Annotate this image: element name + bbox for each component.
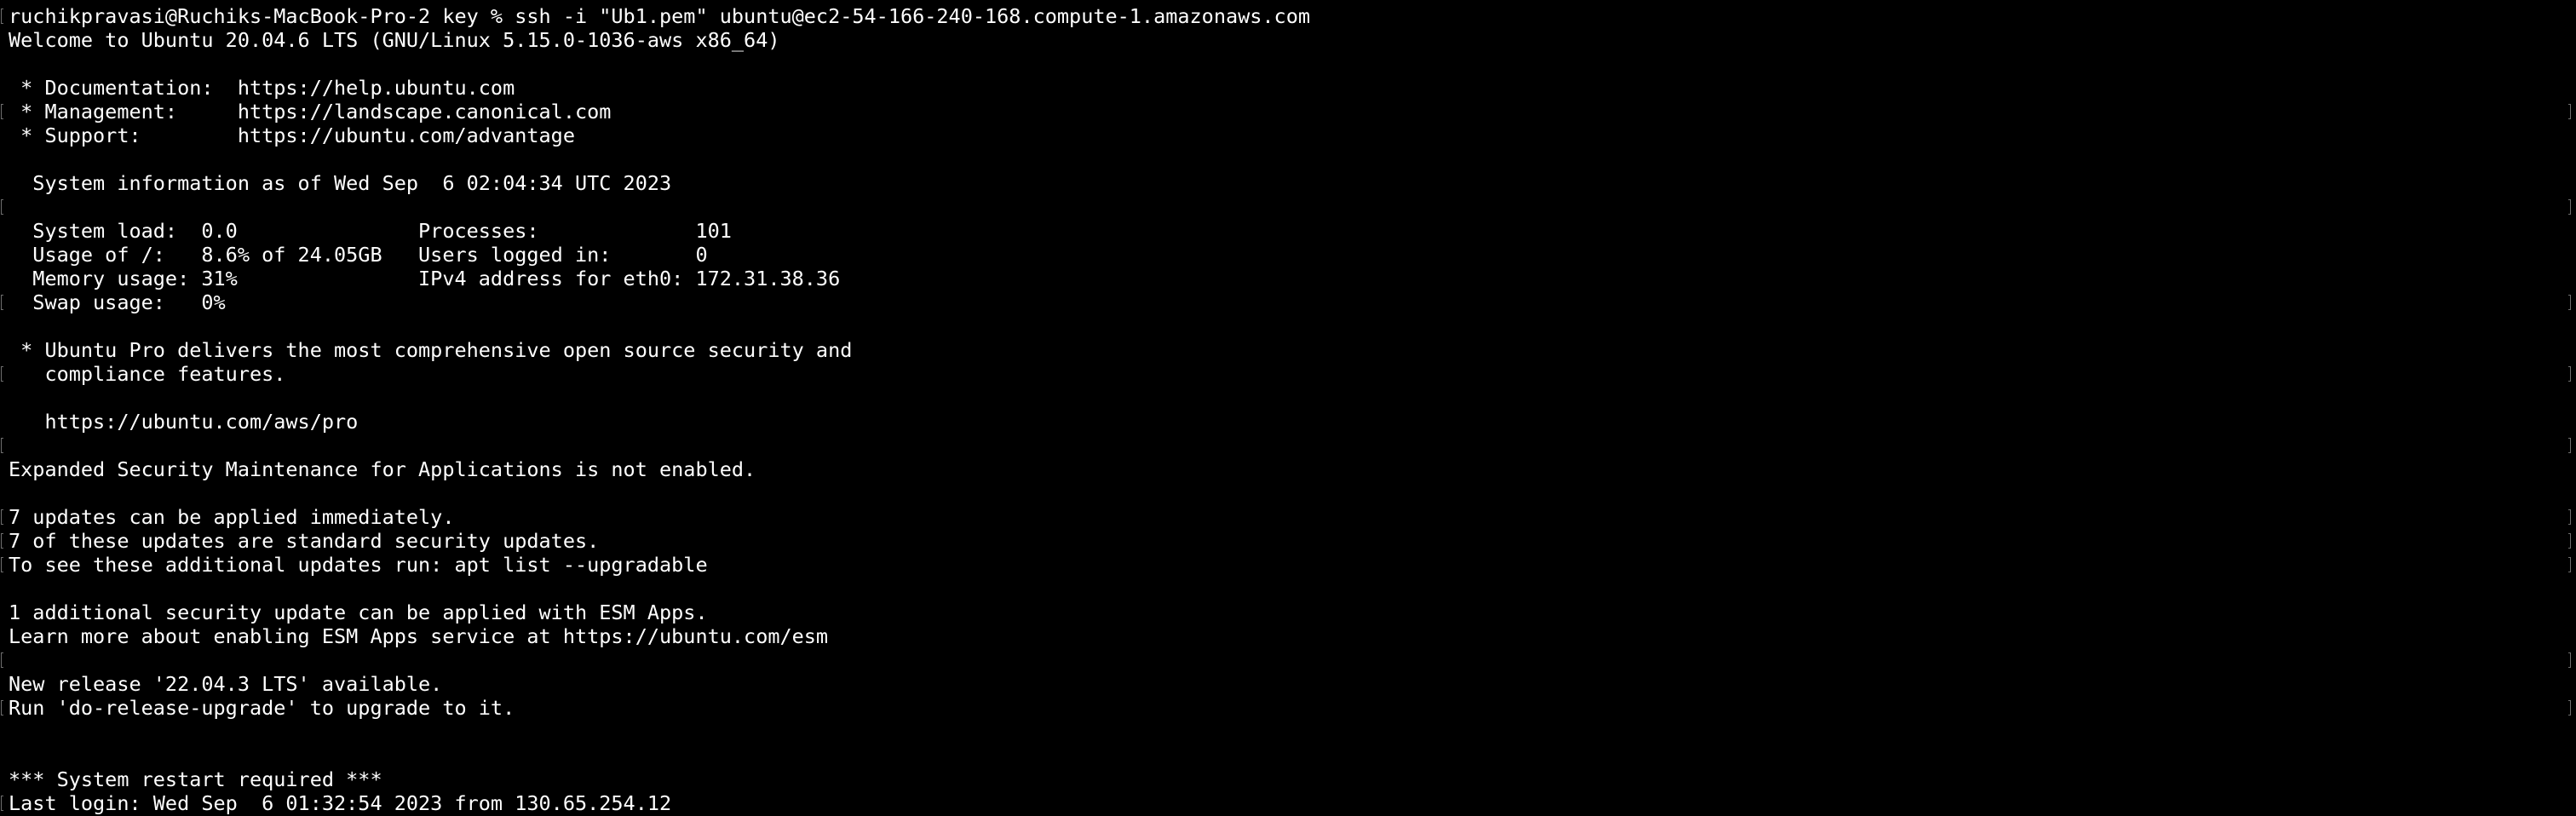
terminal-line: ruchikpravasi@Ruchiks-MacBook-Pro-2 key … [1,4,2567,28]
line-marker-left [1,366,3,382]
terminal-line [1,195,2571,219]
terminal-line: Welcome to Ubuntu 20.04.6 LTS (GNU/Linux… [9,28,780,52]
terminal-line: Learn more about enabling ESM Apps servi… [9,624,829,648]
line-marker-left [1,652,3,668]
terminal-line: Run 'do-release-upgrade' to upgrade to i… [1,696,2571,720]
terminal-line: Expanded Security Maintenance for Applic… [9,457,756,481]
line-marker-left [1,557,3,572]
terminal-line: Memory usage: 31% IPv4 address for eth0:… [9,267,841,290]
terminal-line: Last login: Wed Sep 6 01:32:54 2023 from… [1,791,2567,815]
terminal-line: * Management: https://landscape.canonica… [1,100,2571,124]
line-marker-right [2568,652,2571,668]
line-marker-right [2568,557,2571,572]
terminal-line: 7 updates can be applied immediately. [1,505,2571,529]
terminal-line: compliance features. [1,362,2571,386]
terminal-line: * Support: https://ubuntu.com/advantage [9,124,575,147]
terminal-line: 7 of these updates are standard security… [1,529,2571,553]
terminal-line: Usage of /: 8.6% of 24.05GB Users logged… [9,243,708,267]
line-marker-left [1,700,3,715]
terminal-line: System information as of Wed Sep 6 02:04… [9,171,672,195]
line-marker-right [2568,366,2571,382]
line-marker-right [2568,104,2571,119]
terminal-line: https://ubuntu.com/aws/pro [9,410,359,434]
line-marker-left [1,199,3,215]
terminal-line: 1 additional security update can be appl… [9,601,708,624]
line-marker-right [2568,509,2571,525]
terminal-line: New release '22.04.3 LTS' available. [9,672,443,696]
line-marker-left [1,533,3,549]
terminal-output: ruchikpravasi@Ruchiks-MacBook-Pro-2 key … [1,4,2571,815]
terminal-window[interactable]: ruchikpravasi@Ruchiks-MacBook-Pro-2 key … [0,0,2576,816]
line-marker-right [2568,295,2571,310]
line-marker-left [1,509,3,525]
line-marker-left [1,104,3,119]
line-marker-left [1,9,3,24]
terminal-line [1,648,2571,672]
terminal-line: System load: 0.0 Processes: 101 [9,219,732,243]
terminal-line: Swap usage: 0% [1,290,2571,314]
terminal-line: * Documentation: https://help.ubuntu.com [9,76,515,100]
line-marker-right [2568,533,2571,549]
line-marker-right [2568,438,2571,453]
terminal-line [1,434,2571,457]
line-marker-left [1,295,3,310]
line-marker-left [1,796,3,811]
line-marker-left [1,438,3,453]
terminal-line: *** System restart required *** [9,767,382,791]
line-marker-right [2568,700,2571,715]
line-marker-right [2568,199,2571,215]
terminal-line: To see these additional updates run: apt… [1,553,2571,577]
terminal-line: * Ubuntu Pro delivers the most comprehen… [9,338,853,362]
